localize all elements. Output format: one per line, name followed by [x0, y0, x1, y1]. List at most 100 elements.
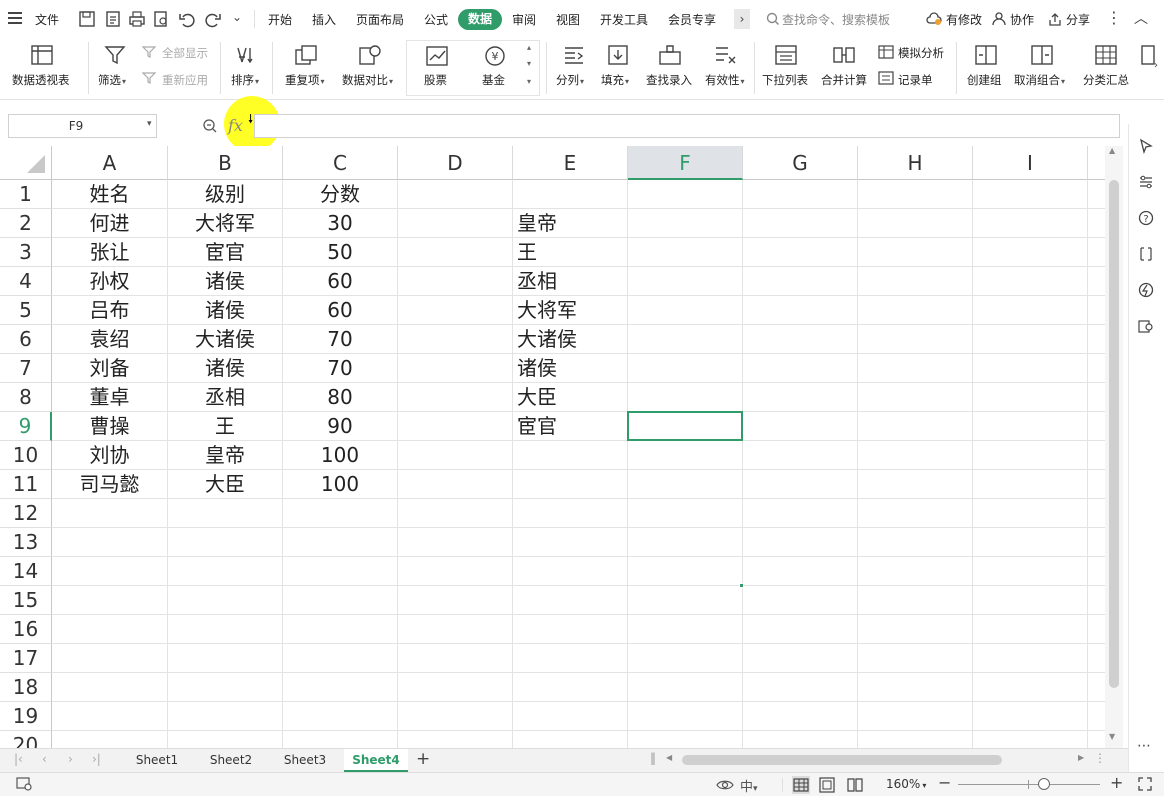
row-header-7[interactable]: 7 [0, 354, 52, 383]
zoom-level[interactable]: 160% ▾ [886, 777, 926, 791]
cell-D18[interactable] [398, 673, 513, 702]
cell-H9[interactable] [858, 412, 973, 441]
duplicates-button[interactable]: 重复项▾ [285, 72, 325, 88]
column-header-B[interactable]: B [168, 146, 283, 180]
sheet-tab-sheet4[interactable]: Sheet4 [344, 749, 408, 772]
cell-H12[interactable] [858, 499, 973, 528]
cell-D9[interactable] [398, 412, 513, 441]
cell-I16[interactable] [973, 615, 1088, 644]
cell-partial-20[interactable] [1088, 731, 1105, 748]
scroll-left-arrow[interactable]: ◀ [666, 753, 672, 762]
cell-H10[interactable] [858, 441, 973, 470]
cell-partial-19[interactable] [1088, 702, 1105, 731]
cell-G16[interactable] [743, 615, 858, 644]
cell-E6[interactable]: 大诸侯 [513, 325, 628, 354]
cell-D20[interactable] [398, 731, 513, 748]
cell-F3[interactable] [628, 238, 743, 267]
cell-F10[interactable] [628, 441, 743, 470]
cell-E10[interactable] [513, 441, 628, 470]
cell-D2[interactable] [398, 209, 513, 238]
ribbon-scroll-right[interactable]: › [1154, 60, 1158, 71]
cell-F13[interactable] [628, 528, 743, 557]
cell-I5[interactable] [973, 296, 1088, 325]
cell-A16[interactable] [52, 615, 168, 644]
tab-member[interactable]: 会员专享 [668, 11, 716, 28]
cell-A19[interactable] [52, 702, 168, 731]
row-header-16[interactable]: 16 [0, 615, 52, 644]
column-header-H[interactable]: H [858, 146, 973, 180]
next-sheet-icon[interactable]: › [68, 752, 73, 766]
row-header-9[interactable]: 9 [0, 412, 52, 441]
more-panes-icon[interactable]: ⋯ [1137, 738, 1151, 754]
transform-icon[interactable] [1138, 246, 1154, 262]
cell-D11[interactable] [398, 470, 513, 499]
cell-I15[interactable] [973, 586, 1088, 615]
cell-D13[interactable] [398, 528, 513, 557]
cell-G10[interactable] [743, 441, 858, 470]
cell-D17[interactable] [398, 644, 513, 673]
cell-H19[interactable] [858, 702, 973, 731]
cell-partial-11[interactable] [1088, 470, 1105, 499]
row-header-17[interactable]: 17 [0, 644, 52, 673]
cell-H8[interactable] [858, 383, 973, 412]
zoom-in-button[interactable]: + [1110, 773, 1123, 792]
first-sheet-icon[interactable]: |‹ [14, 752, 23, 766]
column-header-E[interactable]: E [513, 146, 628, 180]
cell-G9[interactable] [743, 412, 858, 441]
cell-C4[interactable]: 60 [283, 267, 398, 296]
cell-B6[interactable]: 大诸侯 [168, 325, 283, 354]
has-changes-label[interactable]: 有修改 [946, 11, 982, 28]
eye-protection-icon[interactable] [716, 778, 734, 792]
tab-formulas[interactable]: 公式 [424, 11, 448, 28]
cell-F12[interactable] [628, 499, 743, 528]
cell-partial-1[interactable] [1088, 180, 1105, 209]
row-header-6[interactable]: 6 [0, 325, 52, 354]
horizontal-scrollbar[interactable]: ◀ ▶ [664, 753, 1092, 767]
cell-C2[interactable]: 30 [283, 209, 398, 238]
tab-page-layout[interactable]: 页面布局 [356, 11, 404, 28]
merge-calc-button[interactable]: 合并计算 [821, 72, 867, 88]
cell-H5[interactable] [858, 296, 973, 325]
cell-A5[interactable]: 吕布 [52, 296, 168, 325]
cell-I8[interactable] [973, 383, 1088, 412]
column-header-partial[interactable] [1088, 146, 1105, 180]
cell-partial-10[interactable] [1088, 441, 1105, 470]
tab-insert[interactable]: 插入 [312, 11, 336, 28]
cell-I14[interactable] [973, 557, 1088, 586]
cell-partial-2[interactable] [1088, 209, 1105, 238]
subtotal-button[interactable]: 分类汇总 [1083, 72, 1129, 88]
sheet-tab-sheet3[interactable]: Sheet3 [270, 749, 340, 772]
cell-A1[interactable]: 姓名 [52, 180, 168, 209]
column-header-A[interactable]: A [52, 146, 168, 180]
cell-G4[interactable] [743, 267, 858, 296]
share-button[interactable]: 分享 [1066, 11, 1090, 28]
name-box-dropdown-icon[interactable]: ▾ [147, 119, 152, 129]
gallery-scroll-up[interactable]: ▴ [527, 43, 531, 52]
cell-G5[interactable] [743, 296, 858, 325]
cell-D6[interactable] [398, 325, 513, 354]
formula-input[interactable] [254, 114, 1120, 138]
cell-F11[interactable] [628, 470, 743, 499]
cell-B17[interactable] [168, 644, 283, 673]
cell-E18[interactable] [513, 673, 628, 702]
lookup-entry-button[interactable]: 查找录入 [646, 72, 692, 88]
cell-C16[interactable] [283, 615, 398, 644]
cell-partial-13[interactable] [1088, 528, 1105, 557]
cell-I7[interactable] [973, 354, 1088, 383]
save-icon[interactable] [78, 10, 96, 28]
cell-E15[interactable] [513, 586, 628, 615]
cell-E13[interactable] [513, 528, 628, 557]
cell-G13[interactable] [743, 528, 858, 557]
cell-D10[interactable] [398, 441, 513, 470]
print-icon[interactable] [128, 10, 146, 28]
cell-E17[interactable] [513, 644, 628, 673]
cell-F5[interactable] [628, 296, 743, 325]
sheet-tab-sheet2[interactable]: Sheet2 [196, 749, 266, 772]
cell-C10[interactable]: 100 [283, 441, 398, 470]
cell-E5[interactable]: 大将军 [513, 296, 628, 325]
row-header-13[interactable]: 13 [0, 528, 52, 557]
cell-I20[interactable] [973, 731, 1088, 748]
cell-A20[interactable] [52, 731, 168, 748]
cell-I3[interactable] [973, 238, 1088, 267]
cell-D12[interactable] [398, 499, 513, 528]
